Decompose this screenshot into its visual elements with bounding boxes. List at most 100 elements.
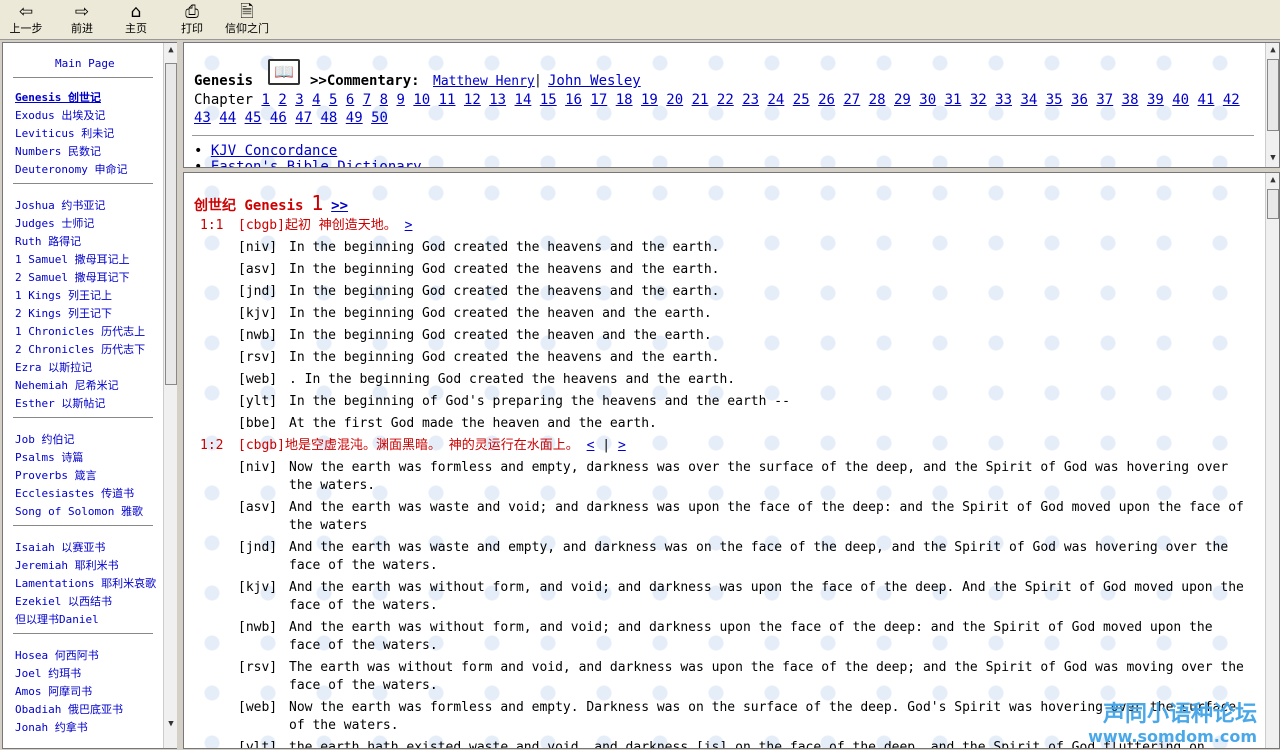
chapter-link[interactable]: 6 (346, 92, 354, 108)
back-button[interactable]: ⇦ 上一步 (6, 2, 46, 38)
chapter-link[interactable]: 46 (270, 110, 287, 126)
chapter-link[interactable]: 25 (793, 92, 810, 108)
chapter-link[interactable]: 9 (396, 92, 404, 108)
chapter-link[interactable]: 5 (329, 92, 337, 108)
sidebar-book-link[interactable]: Obadiah 俄巴底亚书 (15, 701, 123, 717)
scroll-thumb[interactable] (1267, 59, 1279, 131)
chapter-link[interactable]: 38 (1122, 92, 1139, 108)
next-verse-link[interactable]: > (405, 218, 413, 233)
kjv-concordance-link[interactable]: KJV Concordance (211, 143, 337, 159)
scroll-up-icon[interactable]: ▲ (164, 43, 178, 57)
chapter-link[interactable]: 35 (1046, 92, 1063, 108)
chapter-link[interactable]: 16 (565, 92, 582, 108)
chapter-link[interactable]: 33 (995, 92, 1012, 108)
chapter-link[interactable]: 22 (717, 92, 734, 108)
sidebar-book-link[interactable]: Judges 士师记 (15, 215, 94, 231)
john-wesley-link[interactable]: John Wesley (548, 73, 641, 89)
next-chapter-link[interactable]: >> (331, 198, 348, 214)
sidebar-book-link[interactable]: Deuteronomy 申命记 (15, 161, 127, 177)
forward-button[interactable]: ⇨ 前进 (62, 2, 102, 38)
sidebar-book-link[interactable]: Ezra 以斯拉记 (15, 359, 92, 375)
chapter-link[interactable]: 8 (380, 92, 388, 108)
chapter-link[interactable]: 36 (1071, 92, 1088, 108)
sidebar-book-link[interactable]: Isaiah 以赛亚书 (15, 539, 105, 555)
chapter-link[interactable]: 28 (869, 92, 886, 108)
sidebar-book-link[interactable]: Jonah 约拿书 (15, 719, 88, 735)
chapter-link[interactable]: 39 (1147, 92, 1164, 108)
sidebar-book-link[interactable]: Joshua 约书亚记 (15, 197, 105, 213)
sidebar-book-link[interactable]: Leviticus 利未记 (15, 125, 114, 141)
chapter-link[interactable]: 50 (371, 110, 388, 126)
chapter-link[interactable]: 44 (219, 110, 236, 126)
chapter-link[interactable]: 30 (919, 92, 936, 108)
next-verse-link[interactable]: > (618, 438, 626, 453)
chapter-link[interactable]: 2 (278, 92, 286, 108)
sidebar-book-link[interactable]: 但以理书Daniel (15, 611, 99, 627)
chapter-link[interactable]: 14 (515, 92, 532, 108)
main-scrollbar[interactable]: ▲ (1265, 173, 1279, 748)
top-scrollbar[interactable]: ▲ ▼ (1265, 43, 1279, 167)
chapter-link[interactable]: 21 (692, 92, 709, 108)
chapter-link[interactable]: 3 (295, 92, 303, 108)
open-book-icon[interactable]: 📖 (268, 59, 300, 85)
chapter-link[interactable]: 27 (843, 92, 860, 108)
prev-verse-link[interactable]: < (587, 438, 595, 453)
sidebar-book-link[interactable]: Hosea 何西阿书 (15, 647, 99, 663)
faith-gate-button[interactable]: 🗎 信仰之门 (220, 2, 274, 38)
chapter-link[interactable]: 7 (363, 92, 371, 108)
sidebar-book-link[interactable]: Song of Solomon 雅歌 (15, 503, 143, 519)
sidebar-book-link[interactable]: Ruth 路得记 (15, 233, 81, 249)
sidebar-book-link[interactable]: 1 Chronicles 历代志上 (15, 323, 145, 339)
chapter-link[interactable]: 49 (346, 110, 363, 126)
sidebar-book-link[interactable]: Ecclesiastes 传道书 (15, 485, 134, 501)
sidebar-book-link[interactable]: Nehemiah 尼希米记 (15, 377, 119, 393)
chapter-link[interactable]: 18 (616, 92, 633, 108)
chapter-link[interactable]: 29 (894, 92, 911, 108)
sidebar-book-link[interactable]: Genesis 创世记 (15, 89, 101, 105)
chapter-link[interactable]: 17 (590, 92, 607, 108)
scroll-thumb[interactable] (165, 63, 177, 385)
chapter-link[interactable]: 41 (1198, 92, 1215, 108)
sidebar-book-link[interactable]: Amos 阿摩司书 (15, 683, 92, 699)
chapter-link[interactable]: 37 (1096, 92, 1113, 108)
chapter-link[interactable]: 40 (1172, 92, 1189, 108)
chapter-link[interactable]: 45 (245, 110, 262, 126)
chapter-link[interactable]: 31 (945, 92, 962, 108)
sidebar-book-link[interactable]: Psalms 诗篇 (15, 449, 83, 465)
scroll-up-icon[interactable]: ▲ (1266, 173, 1279, 187)
home-button[interactable]: ⌂ 主页 (118, 2, 154, 38)
bible-dictionary-link[interactable]: Easton's Bible Dictionary (211, 159, 422, 167)
matthew-henry-link[interactable]: Matthew Henry (433, 74, 535, 89)
chapter-link[interactable]: 20 (666, 92, 683, 108)
sidebar-book-link[interactable]: 2 Samuel 撒母耳记下 (15, 269, 130, 285)
chapter-link[interactable]: 24 (767, 92, 784, 108)
scroll-thumb[interactable] (1267, 189, 1279, 219)
chapter-link[interactable]: 11 (439, 92, 456, 108)
chapter-link[interactable]: 42 (1223, 92, 1240, 108)
chapter-link[interactable]: 12 (464, 92, 481, 108)
scroll-up-icon[interactable]: ▲ (1266, 43, 1279, 57)
scroll-down-icon[interactable]: ▼ (1266, 151, 1279, 165)
left-scrollbar[interactable]: ▲ ▼ (163, 43, 177, 748)
chapter-link[interactable]: 10 (413, 92, 430, 108)
sidebar-book-link[interactable]: 1 Samuel 撒母耳记上 (15, 251, 130, 267)
sidebar-book-link[interactable]: 1 Kings 列王记上 (15, 287, 112, 303)
sidebar-book-link[interactable]: Joel 约珥书 (15, 665, 81, 681)
sidebar-book-link[interactable]: Exodus 出埃及记 (15, 107, 105, 123)
chapter-link[interactable]: 32 (970, 92, 987, 108)
chapter-link[interactable]: 13 (489, 92, 506, 108)
scroll-down-icon[interactable]: ▼ (164, 717, 178, 731)
sidebar-book-link[interactable]: 2 Chronicles 历代志下 (15, 341, 145, 357)
chapter-link[interactable]: 26 (818, 92, 835, 108)
chapter-link[interactable]: 47 (295, 110, 312, 126)
print-button[interactable]: ⎙ 打印 (174, 2, 210, 38)
chapter-link[interactable]: 15 (540, 92, 557, 108)
sidebar-book-link[interactable]: Lamentations 耶利米哀歌 (15, 575, 156, 591)
sidebar-book-link[interactable]: Jeremiah 耶利米书 (15, 557, 119, 573)
main-page-link[interactable]: Main Page (55, 57, 115, 70)
sidebar-book-link[interactable]: 2 Kings 列王记下 (15, 305, 112, 321)
chapter-link[interactable]: 23 (742, 92, 759, 108)
chapter-link[interactable]: 1 (261, 92, 269, 108)
chapter-link[interactable]: 4 (312, 92, 320, 108)
sidebar-book-link[interactable]: Ezekiel 以西结书 (15, 593, 112, 609)
